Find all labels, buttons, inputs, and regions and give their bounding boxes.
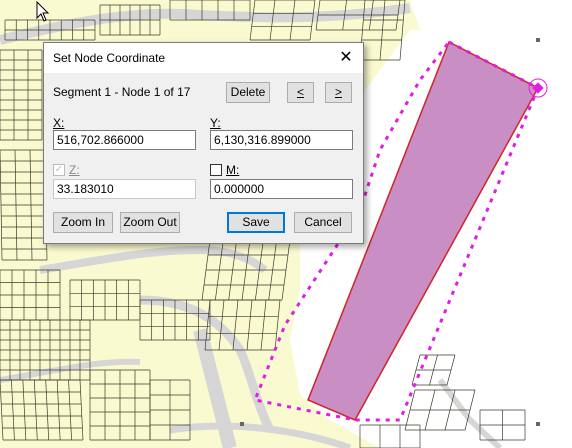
anchor-point (240, 422, 244, 426)
y-label: Y: (210, 116, 221, 130)
m-checkbox[interactable] (210, 164, 222, 176)
zoom-out-button[interactable]: Zoom Out (120, 212, 180, 233)
set-node-coordinate-dialog: Set Node Coordinate ✕ Segment 1 - Node 1… (43, 42, 364, 244)
x-coordinate-input[interactable]: 516,702.866000 (53, 130, 196, 150)
z-coordinate-input: 33.183010 (53, 179, 196, 199)
m-label: M: (226, 163, 240, 177)
dialog-title: Set Node Coordinate (53, 51, 166, 65)
dialog-titlebar[interactable]: Set Node Coordinate ✕ (44, 43, 363, 73)
next-node-button[interactable]: > (325, 82, 352, 103)
z-label: Z: (69, 163, 80, 177)
segment-info: Segment 1 - Node 1 of 17 (53, 85, 191, 99)
cancel-button[interactable]: Cancel (294, 212, 352, 233)
anchor-point (536, 38, 540, 42)
delete-button[interactable]: Delete (226, 82, 270, 103)
save-button[interactable]: Save (227, 212, 285, 233)
y-coordinate-input[interactable]: 6,130,316.899000 (210, 130, 353, 150)
next-node-label: > (334, 85, 342, 99)
previous-node-button[interactable]: < (287, 82, 314, 103)
previous-node-label: < (296, 85, 304, 99)
m-value-input[interactable]: 0.000000 (210, 179, 353, 199)
close-icon[interactable]: ✕ (329, 43, 363, 73)
z-checkbox: ✓ (53, 164, 65, 176)
x-label: X: (53, 116, 65, 130)
zoom-in-button[interactable]: Zoom In (53, 212, 113, 233)
anchor-point (536, 422, 540, 426)
